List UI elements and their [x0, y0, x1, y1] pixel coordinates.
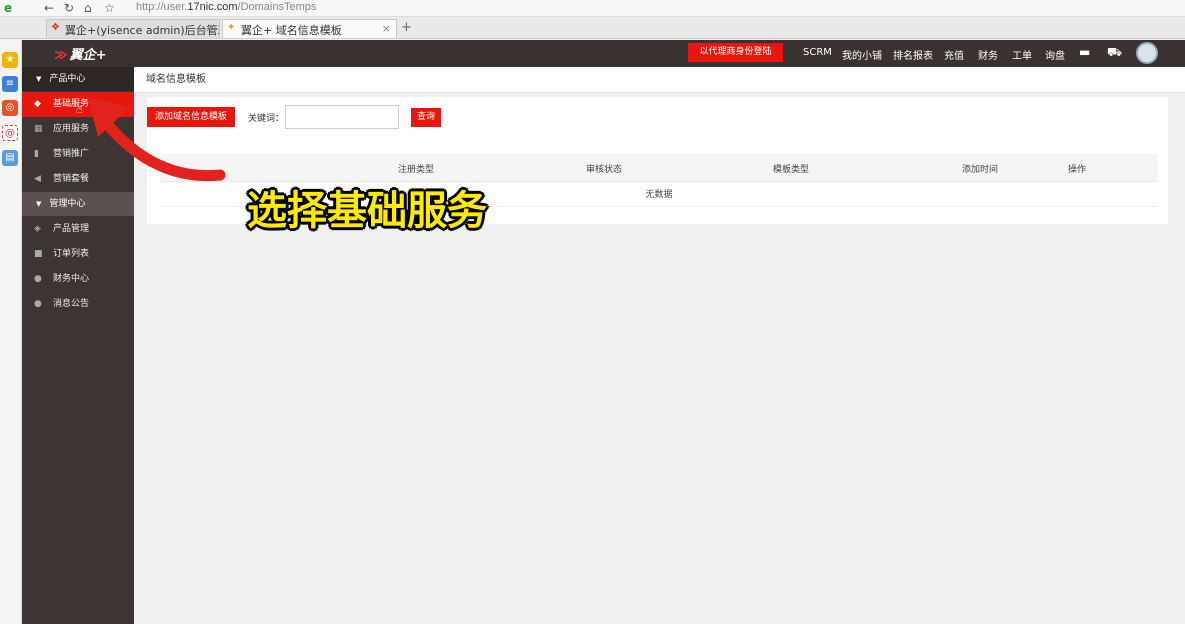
close-icon[interactable]: × — [382, 22, 391, 35]
mouse-cursor-icon: ☝ — [76, 103, 83, 116]
nav-scrm[interactable]: SCRM — [803, 47, 832, 58]
chart-icon: ▮ — [34, 149, 39, 159]
app-logo[interactable]: ≫ 翼企+ — [54, 44, 107, 63]
nav-finance[interactable]: 财务 — [978, 47, 998, 62]
keyword-label: 关键词： — [248, 114, 285, 124]
annotation-caption: 选择基础服务 — [247, 188, 487, 234]
nav-ranking-report[interactable]: 排名报表 — [893, 47, 933, 62]
browser-address-bar: e ← ↻ ⌂ ☆ http://user.17nic.com/DomainsT… — [0, 0, 1185, 17]
nav-recharge[interactable]: 充值 — [944, 47, 964, 62]
login-as-agent-button[interactable]: 以代理商身份登陆 — [688, 43, 783, 62]
megaphone-icon: ◀ — [34, 174, 41, 184]
bookmark-star-icon[interactable]: ☆ — [104, 1, 115, 15]
lock-icon: ■ — [34, 249, 43, 259]
sidebar-item-finance-center[interactable]: ● 财务中心 — [22, 267, 134, 292]
browser-logo-icon: e — [4, 1, 13, 15]
favorites-icon[interactable]: ★ — [2, 52, 18, 68]
reload-icon[interactable]: ↻ — [64, 1, 74, 15]
sidebar-item-order-list[interactable]: ■ 订单列表 — [22, 242, 134, 267]
home-icon[interactable]: ⌂ — [84, 1, 92, 15]
message-icon: ● — [34, 299, 42, 309]
document-icon[interactable]: ▤ — [2, 150, 18, 166]
column-header: 注册类型 — [398, 165, 435, 175]
sidebar-group-management-center[interactable]: ▼ 管理中心 — [22, 192, 134, 216]
search-button[interactable]: 查询 — [411, 108, 441, 127]
close-icon[interactable]: × — [205, 22, 214, 35]
box-icon: ◈ — [34, 224, 41, 234]
browser-tab-bar: ❖ 翼企+(yisence admin)后台管理 × ✦ 翼企+ 域名信息模板 … — [0, 17, 1185, 39]
url-field[interactable]: http://user.17nic.com/DomainsTemps — [136, 1, 316, 13]
nav-inquiry[interactable]: 询盘 — [1045, 47, 1065, 62]
page-title: 域名信息模板 — [134, 67, 1185, 93]
column-header: 审核状态 — [586, 165, 623, 175]
avatar[interactable] — [1136, 42, 1158, 64]
layers-icon: ◆ — [34, 99, 41, 109]
sidebar-item-announcements[interactable]: ● 消息公告 — [22, 292, 134, 317]
nav-ticket[interactable]: 工单 — [1012, 47, 1032, 62]
caret-down-icon: ▼ — [36, 200, 42, 208]
money-bag-icon: ● — [34, 274, 42, 284]
column-header: 添加时间 — [962, 165, 999, 175]
cart-icon[interactable]: ⛟ — [1107, 45, 1122, 61]
tab-admin[interactable]: ❖ 翼企+(yisence admin)后台管理 × — [46, 19, 220, 38]
caret-down-icon: ▼ — [36, 75, 42, 83]
annotation-arrow — [88, 97, 226, 182]
keyword-input[interactable] — [285, 105, 399, 129]
top-navbar: ≫ 翼企+ 以代理商身份登陆 SCRM 我的小铺 排名报表 充值 财务 工单 询盘… — [22, 40, 1185, 67]
sidebar-item-product-management[interactable]: ◈ 产品管理 — [22, 217, 134, 242]
weibo-icon[interactable]: ◎ — [2, 100, 18, 116]
nav-my-shop[interactable]: 我的小铺 — [842, 47, 882, 62]
tab-domain-template[interactable]: ✦ 翼企+ 域名信息模板 × — [222, 19, 397, 38]
favicon-icon: ✦ — [227, 22, 236, 33]
favicon-icon: ❖ — [51, 22, 60, 33]
logo-mark-icon: ≫ — [54, 48, 68, 63]
chat-icon[interactable]: ▬ — [1079, 45, 1090, 59]
building-icon: ▦ — [34, 124, 43, 134]
column-header: 操作 — [1068, 165, 1087, 175]
main-content: 域名信息模板 添加域名信息模板 关键词： 查询 注册类型 审核状态 模板类型 添… — [134, 67, 1185, 624]
browser-side-strip: ★ ≡ ◎ @ ▤ — [0, 40, 22, 624]
mail-icon[interactable]: @ — [2, 125, 18, 141]
back-icon[interactable]: ← — [44, 1, 54, 15]
list-icon[interactable]: ≡ — [2, 76, 18, 92]
new-tab-button[interactable]: + — [401, 20, 412, 35]
column-header: 模板类型 — [773, 165, 810, 175]
